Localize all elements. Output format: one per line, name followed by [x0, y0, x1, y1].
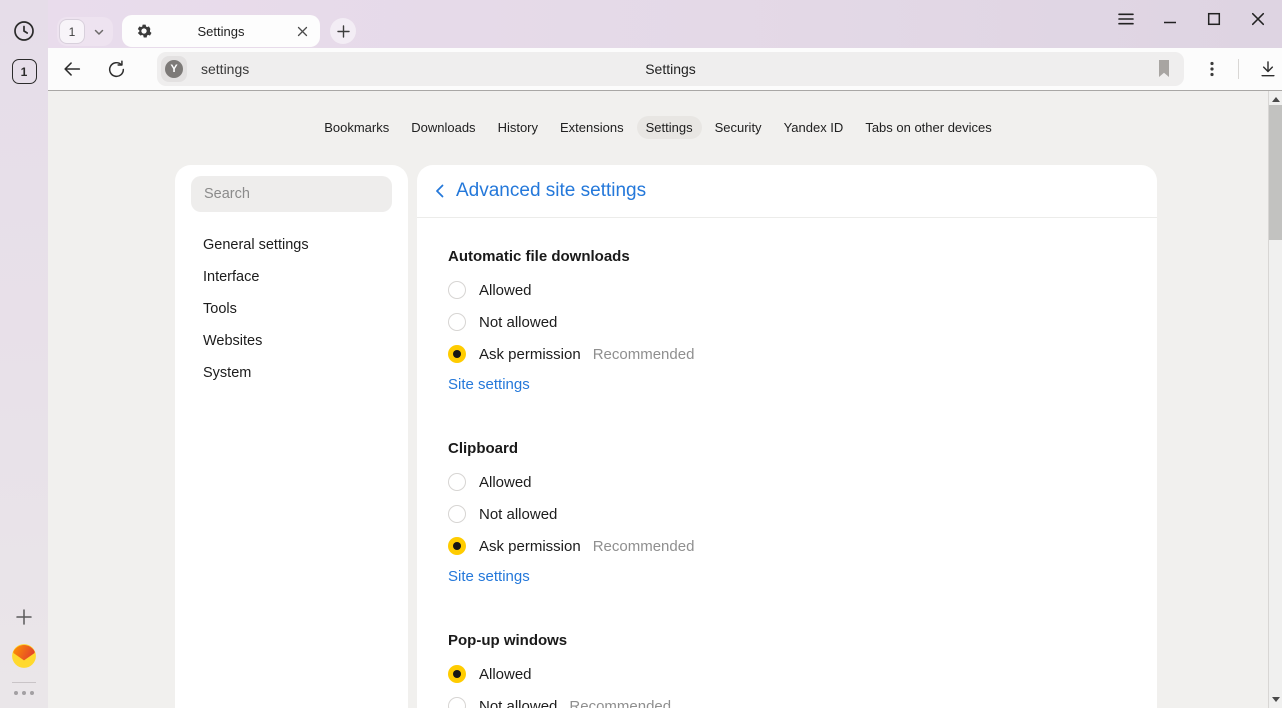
radio-selected-icon[interactable]	[448, 537, 466, 555]
close-tab-icon[interactable]	[294, 23, 310, 39]
radio-unselected-icon[interactable]	[448, 281, 466, 299]
more-actions-icon[interactable]	[1198, 55, 1226, 83]
radio-label: Not allowed	[479, 698, 557, 708]
recommended-note: Recommended	[593, 538, 695, 555]
downloads-icon[interactable]	[1255, 55, 1282, 83]
chevron-left-icon[interactable]	[431, 182, 449, 200]
close-window-icon[interactable]	[1250, 10, 1266, 28]
radio-option-allowed[interactable]: Allowed	[448, 658, 1157, 690]
settings-top-nav: BookmarksDownloadsHistoryExtensionsSetti…	[48, 116, 1268, 139]
panel-title[interactable]: Advanced site settings	[456, 180, 646, 202]
sidebar-item-tools[interactable]: Tools	[175, 293, 408, 325]
toolbar-divider	[1238, 59, 1239, 79]
browser-side-rail: 1	[0, 0, 48, 708]
nav-item-yandex-id[interactable]: Yandex ID	[775, 116, 853, 139]
radio-label: Ask permission	[479, 538, 581, 555]
radio-label: Not allowed	[479, 506, 557, 523]
nav-item-history[interactable]: History	[489, 116, 547, 139]
section-heading: Automatic file downloads	[448, 249, 1157, 265]
radio-option-not-allowed[interactable]: Not allowed	[448, 498, 1157, 530]
search-box[interactable]	[191, 176, 392, 212]
radio-unselected-icon[interactable]	[448, 313, 466, 331]
tab-group-control[interactable]: 1	[57, 17, 113, 46]
sidebar-item-system[interactable]: System	[175, 357, 408, 389]
sidebar-item-general-settings[interactable]: General settings	[175, 229, 408, 261]
more-panels-icon[interactable]	[14, 691, 34, 695]
scroll-down-icon[interactable]	[1272, 697, 1280, 702]
sidebar-item-websites[interactable]: Websites	[175, 325, 408, 357]
settings-page: BookmarksDownloadsHistoryExtensionsSetti…	[48, 91, 1268, 708]
nav-item-security[interactable]: Security	[706, 116, 771, 139]
tab-strip: 1 Settings	[48, 0, 1282, 48]
page-title: Settings	[157, 61, 1184, 77]
section-heading: Pop-up windows	[448, 633, 1157, 649]
search-input[interactable]	[204, 186, 364, 202]
section-heading: Clipboard	[448, 441, 1157, 457]
advanced-site-settings-panel: Advanced site settings Automatic file do…	[417, 165, 1157, 708]
page-scrollbar[interactable]	[1268, 91, 1282, 708]
radio-option-not-allowed[interactable]: Not allowed	[448, 306, 1157, 338]
radio-unselected-icon[interactable]	[448, 505, 466, 523]
radio-option-ask-permission[interactable]: Ask permission Recommended	[448, 530, 1157, 562]
address-bar[interactable]: Y settings Settings	[157, 52, 1184, 86]
nav-item-tabs-on-other-devices[interactable]: Tabs on other devices	[856, 116, 1000, 139]
settings-sidebar: General settingsInterfaceToolsWebsitesSy…	[175, 165, 408, 708]
panel-header: Advanced site settings	[417, 165, 1157, 218]
site-settings-link[interactable]: Site settings	[448, 375, 530, 395]
tab-title: Settings	[122, 24, 320, 39]
rail-divider	[12, 682, 36, 683]
section-automatic-file-downloads: Automatic file downloads Allowed Not allow…	[448, 249, 1157, 395]
nav-item-settings[interactable]: Settings	[637, 116, 702, 139]
radio-label: Ask permission	[479, 346, 581, 363]
add-panel-icon[interactable]	[15, 608, 33, 626]
radio-selected-icon[interactable]	[448, 345, 466, 363]
radio-label: Allowed	[479, 282, 532, 299]
reload-icon[interactable]	[103, 55, 131, 83]
recommended-note: Recommended	[593, 346, 695, 363]
browser-menu-icon[interactable]	[1118, 10, 1134, 28]
yandex-mail-icon[interactable]	[11, 643, 37, 669]
radio-label: Allowed	[479, 666, 532, 683]
radio-unselected-icon[interactable]	[448, 697, 466, 708]
radio-label: Not allowed	[479, 314, 557, 331]
radio-option-allowed[interactable]: Allowed	[448, 274, 1157, 306]
radio-label: Allowed	[479, 474, 532, 491]
tab-group-count-badge[interactable]: 1	[59, 19, 85, 44]
radio-selected-icon[interactable]	[448, 665, 466, 683]
nav-item-extensions[interactable]: Extensions	[551, 116, 633, 139]
back-icon[interactable]	[58, 55, 86, 83]
minimize-window-icon[interactable]	[1162, 10, 1178, 28]
sidebar-item-interface[interactable]: Interface	[175, 261, 408, 293]
section-clipboard: Clipboard Allowed Not allowed Ask permissio…	[448, 441, 1157, 587]
radio-option-ask-permission[interactable]: Ask permission Recommended	[448, 338, 1157, 370]
active-tab-settings[interactable]: Settings	[122, 15, 320, 47]
browser-toolbar: Y settings Settings	[48, 48, 1282, 91]
bookmark-icon[interactable]	[1156, 59, 1172, 79]
history-icon[interactable]	[12, 19, 36, 43]
radio-option-not-allowed[interactable]: Not allowed Recommended	[448, 690, 1157, 708]
scroll-up-icon[interactable]	[1272, 97, 1280, 102]
chevron-down-icon[interactable]	[87, 19, 111, 44]
recommended-note: Recommended	[569, 698, 671, 708]
scrollbar-thumb[interactable]	[1269, 105, 1282, 240]
section-pop-up-windows: Pop-up windows Allowed Not allowed Recommen…	[448, 633, 1157, 708]
site-settings-link[interactable]: Site settings	[448, 567, 530, 587]
radio-option-allowed[interactable]: Allowed	[448, 466, 1157, 498]
nav-item-bookmarks[interactable]: Bookmarks	[315, 116, 398, 139]
radio-unselected-icon[interactable]	[448, 473, 466, 491]
maximize-window-icon[interactable]	[1206, 10, 1222, 28]
nav-item-downloads[interactable]: Downloads	[402, 116, 484, 139]
tab-count-icon[interactable]: 1	[12, 59, 37, 84]
new-tab-button[interactable]	[330, 18, 356, 44]
